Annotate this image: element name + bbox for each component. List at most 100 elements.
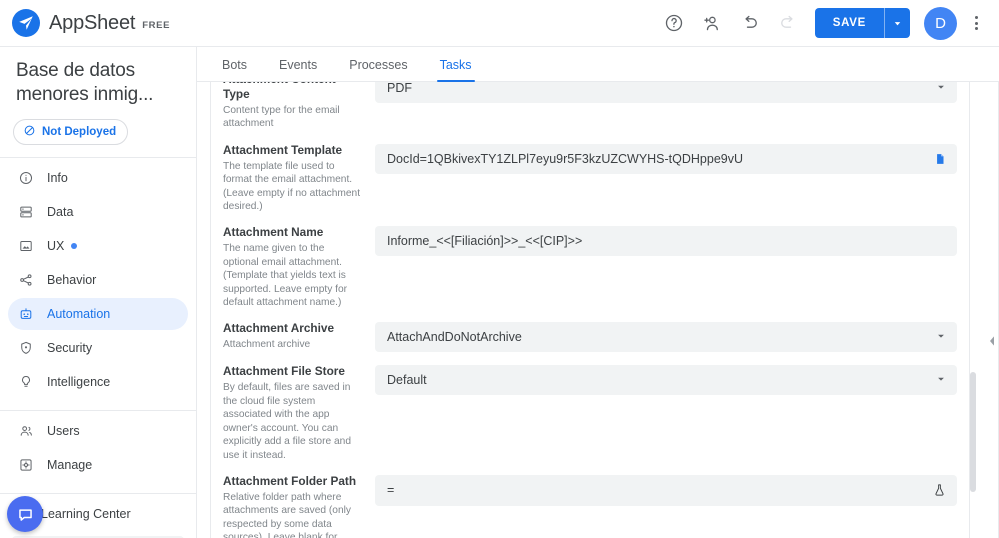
sidebar-item-manage[interactable]: Manage xyxy=(8,449,188,481)
sidebar-item-info[interactable]: Info xyxy=(8,162,188,194)
sidebar-item-data[interactable]: Data xyxy=(8,196,188,228)
chat-bubble-icon[interactable] xyxy=(7,496,43,532)
brand[interactable]: AppSheet FREE xyxy=(0,9,170,37)
top-bar: AppSheet FREE SAVE D xyxy=(0,0,999,47)
save-button-group[interactable]: SAVE xyxy=(814,8,910,38)
page-title: Base de datos menores inmig... xyxy=(16,60,154,105)
save-button[interactable]: SAVE xyxy=(815,8,884,38)
brand-name: AppSheet xyxy=(49,11,136,34)
person-add-icon[interactable] xyxy=(695,6,729,40)
tab-tasks[interactable]: Tasks xyxy=(424,58,488,82)
field-title: Attachment File Store xyxy=(223,364,345,379)
image-icon xyxy=(18,238,40,254)
field-row-attachment-template: Attachment Template The template file us… xyxy=(211,133,969,216)
lightbulb-icon xyxy=(18,374,40,390)
unsaved-changes-dot-icon xyxy=(71,243,78,249)
blocked-icon xyxy=(23,124,36,140)
field-description: The template file used to format the ema… xyxy=(223,160,361,213)
save-dropdown-chevron-down-icon[interactable] xyxy=(884,8,910,38)
field-row-attachment-folder-path: Attachment Folder Path Relative folder p… xyxy=(211,464,969,538)
field-control: Default xyxy=(375,364,957,461)
field-description: Attachment archive xyxy=(223,339,311,351)
appsheet-logo-icon xyxy=(12,9,40,37)
top-bar-actions: SAVE D xyxy=(655,6,999,40)
sidebar-item-label: Info xyxy=(47,171,68,185)
field-control: PDF xyxy=(375,82,957,131)
content-scrollbar[interactable] xyxy=(970,372,976,492)
tab-bots[interactable]: Bots xyxy=(206,58,263,81)
field-title: Attachment Template xyxy=(223,142,343,157)
field-label: Attachment Folder Path Relative folder p… xyxy=(223,474,375,538)
attachment-folder-path-input[interactable]: = xyxy=(375,474,957,506)
sidebar-item-security[interactable]: Security xyxy=(8,332,188,364)
attachment-archive-select[interactable]: AttachAndDoNotArchive xyxy=(375,322,957,353)
automation-tabs: Bots Events Processes Tasks xyxy=(197,47,999,82)
field-description: The name given to the optional email att… xyxy=(223,243,348,309)
people-icon xyxy=(18,423,40,439)
field-label: Attachment File Store By default, files … xyxy=(223,364,375,461)
plan-badge: FREE xyxy=(142,19,171,31)
field-title: Attachment Folder Path xyxy=(223,473,357,488)
chevron-down-icon[interactable] xyxy=(936,82,946,95)
chevron-down-icon[interactable] xyxy=(936,330,946,344)
field-value: PDF xyxy=(387,82,412,95)
help-circle-icon[interactable] xyxy=(657,6,691,40)
robot-icon xyxy=(18,306,40,322)
divider xyxy=(0,493,196,494)
status-badge-label: Not Deployed xyxy=(42,126,117,138)
attachment-name-input[interactable]: Informe_<<[Filiación]>>_<<[CIP]>> xyxy=(375,226,957,257)
settings-square-icon xyxy=(18,457,40,473)
sidebar-item-behavior[interactable]: Behavior xyxy=(8,264,188,296)
sidebar-item-label: Data xyxy=(47,205,74,219)
divider xyxy=(0,157,196,158)
sidebar-item-label: Behavior xyxy=(47,273,97,287)
content-area: Bots Events Processes Tasks Attachment C… xyxy=(197,47,999,538)
field-row-attachment-file-store: Attachment File Store By default, files … xyxy=(211,354,969,463)
field-control: = xyxy=(375,474,957,538)
field-row-attachment-archive: Attachment Archive Attachment archive At… xyxy=(211,311,969,354)
settings-scroll-region: Attachment Content Type Content type for… xyxy=(197,82,999,538)
divider xyxy=(0,410,196,411)
info-icon xyxy=(18,170,40,186)
sidebar-item-label: Learning Center xyxy=(41,507,131,521)
attachment-content-type-select[interactable]: PDF xyxy=(375,82,957,103)
undo-icon[interactable] xyxy=(733,6,767,40)
sidebar-item-label: UX xyxy=(47,239,65,253)
sidebar-item-users[interactable]: Users xyxy=(8,415,188,447)
sidebar-item-label: Intelligence xyxy=(47,375,111,389)
document-icon[interactable] xyxy=(933,152,947,166)
field-value: DocId=1QBkivexTY1ZLPl7eyu9r5F3kzUZCWYHS-… xyxy=(387,151,744,166)
field-label: Attachment Archive Attachment archive xyxy=(223,321,375,352)
field-label: Attachment Template The template file us… xyxy=(223,143,375,214)
sidebar-item-automation[interactable]: Automation xyxy=(8,298,188,330)
tab-events[interactable]: Events xyxy=(263,58,333,81)
flask-icon[interactable] xyxy=(932,483,947,498)
sidebar-item-ux[interactable]: UX xyxy=(8,230,188,262)
field-label: Attachment Content Type Content type for… xyxy=(223,82,375,131)
field-title: Attachment Name xyxy=(223,225,324,240)
chevron-down-icon[interactable] xyxy=(936,373,946,387)
field-control: AttachAndDoNotArchive xyxy=(375,321,957,353)
field-value: Informe_<<[Filiación]>>_<<[CIP]>> xyxy=(387,234,583,249)
chevron-left-icon[interactable] xyxy=(987,333,997,349)
status-badge[interactable]: Not Deployed xyxy=(13,119,129,145)
sidebar-item-label: Automation xyxy=(47,307,111,321)
more-vertical-icon[interactable] xyxy=(961,6,991,40)
sidebar: Base de datos menores inmig... Not Deplo… xyxy=(0,47,197,538)
field-value: AttachAndDoNotArchive xyxy=(387,330,522,345)
field-description: Content type for the email attachment xyxy=(223,105,340,130)
shield-icon xyxy=(18,340,40,356)
field-description: Relative folder path where attachments a… xyxy=(223,491,351,538)
share-nodes-icon xyxy=(18,272,40,288)
field-title: Attachment Archive xyxy=(223,321,335,336)
attachment-template-input[interactable]: DocId=1QBkivexTY1ZLPl7eyu9r5F3kzUZCWYHS-… xyxy=(375,143,957,174)
sidebar-item-intelligence[interactable]: Intelligence xyxy=(8,366,188,398)
avatar[interactable]: D xyxy=(924,6,957,40)
field-control: DocId=1QBkivexTY1ZLPl7eyu9r5F3kzUZCWYHS-… xyxy=(375,143,957,214)
tab-processes[interactable]: Processes xyxy=(333,58,423,81)
attachment-file-store-select[interactable]: Default xyxy=(375,365,957,396)
sidebar-item-label: Security xyxy=(47,341,93,355)
redo-icon[interactable] xyxy=(771,6,805,40)
field-description: By default, files are saved in the cloud… xyxy=(223,382,351,461)
sidebar-item-label: Manage xyxy=(47,458,93,472)
